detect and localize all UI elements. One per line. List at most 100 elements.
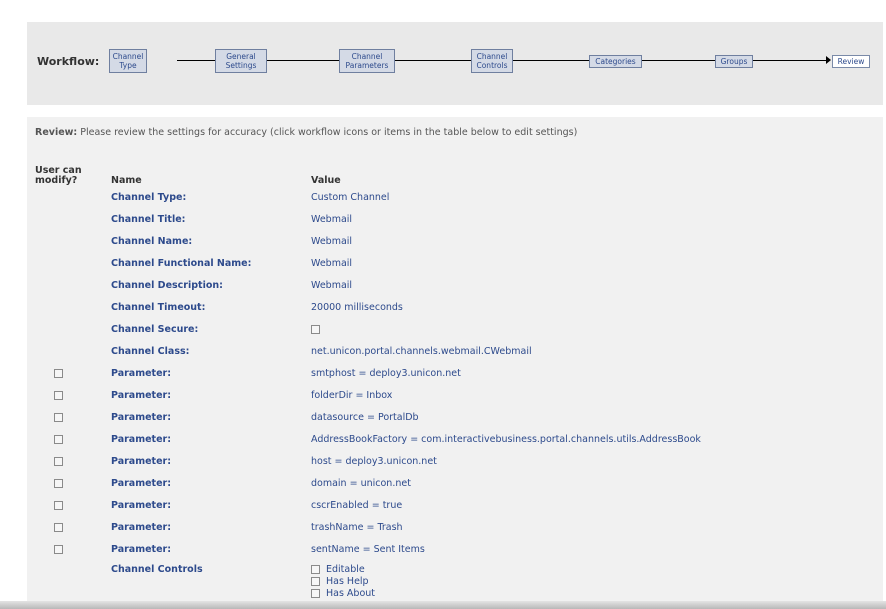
table-row[interactable]: Channel Description: Webmail — [27, 274, 883, 296]
setting-name[interactable]: Parameter: — [111, 428, 311, 450]
user-can-modify-checkbox[interactable] — [54, 478, 63, 488]
workflow-step-general-settings[interactable]: General Settings — [215, 49, 267, 73]
setting-name[interactable]: Channel Functional Name: — [111, 252, 311, 274]
table-row[interactable]: Parameter: smtphost = deploy3.unicon.net — [27, 362, 883, 384]
table-row[interactable]: Channel Type: Custom Channel — [27, 186, 883, 208]
setting-value[interactable]: Custom Channel — [311, 186, 883, 208]
user-can-modify-checkbox[interactable] — [54, 434, 63, 444]
setting-name[interactable]: Channel Description: — [111, 274, 311, 296]
workflow-step-channel-controls[interactable]: Channel Controls — [471, 49, 513, 73]
setting-name[interactable]: Channel Type: — [111, 186, 311, 208]
user-can-modify-checkbox[interactable] — [54, 544, 63, 554]
table-row[interactable]: Channel Functional Name: Webmail — [27, 252, 883, 274]
workflow-step-categories[interactable]: Categories — [589, 55, 642, 68]
user-can-modify-cell — [27, 318, 111, 340]
setting-name[interactable]: Parameter: — [111, 406, 311, 428]
table-row[interactable]: Channel Title: Webmail — [27, 208, 883, 230]
setting-value[interactable]: host = deploy3.unicon.net — [311, 450, 883, 472]
workflow-step-groups[interactable]: Groups — [715, 55, 753, 68]
setting-value[interactable]: trashName = Trash — [311, 516, 883, 538]
user-can-modify-checkbox[interactable] — [54, 500, 63, 510]
table-header-row: User can modify? Name Value — [27, 157, 883, 187]
setting-value[interactable]: Webmail — [311, 208, 883, 230]
control-label: Has About — [326, 588, 376, 599]
setting-name[interactable]: Parameter: — [111, 538, 311, 560]
table-row[interactable]: Parameter: folderDir = Inbox — [27, 384, 883, 406]
setting-name[interactable]: Parameter: — [111, 450, 311, 472]
table-row[interactable]: Parameter: AddressBookFactory = com.inter… — [27, 428, 883, 450]
control-option[interactable]: Has About — [311, 588, 883, 600]
setting-value[interactable]: domain = unicon.net — [311, 472, 883, 494]
control-option[interactable]: Editable — [311, 564, 883, 576]
table-row[interactable]: Channel Name: Webmail — [27, 230, 883, 252]
setting-name[interactable]: Channel Title: — [111, 208, 311, 230]
workflow-step-channel-parameters[interactable]: Channel Parameters — [339, 49, 395, 73]
workflow-connector — [753, 60, 826, 61]
setting-name[interactable]: Channel Secure: — [111, 318, 311, 340]
user-can-modify-cell — [27, 428, 111, 450]
workflow-label: Workflow: — [37, 55, 100, 68]
review-panel: Review: Please review the settings for a… — [27, 117, 883, 609]
table-row[interactable]: Parameter: cscrEnabled = true — [27, 494, 883, 516]
table-row[interactable]: Parameter: sentName = Sent Items — [27, 538, 883, 560]
user-can-modify-cell — [27, 406, 111, 428]
user-can-modify-checkbox[interactable] — [54, 522, 63, 532]
setting-value[interactable]: net.unicon.portal.channels.webmail.CWebm… — [311, 340, 883, 362]
control-checkbox[interactable] — [311, 589, 320, 598]
table-row[interactable]: Parameter: domain = unicon.net — [27, 472, 883, 494]
review-rows: Channel Type: Custom Channel Channel Title… — [27, 186, 883, 600]
setting-value[interactable]: datasource = PortalDb — [311, 406, 883, 428]
setting-value[interactable]: folderDir = Inbox — [311, 384, 883, 406]
user-can-modify-checkbox[interactable] — [54, 456, 63, 466]
setting-name[interactable]: Parameter: — [111, 472, 311, 494]
control-label: Editable — [326, 564, 365, 575]
user-can-modify-cell — [27, 230, 111, 252]
setting-name[interactable]: Parameter: — [111, 362, 311, 384]
user-can-modify-cell — [27, 516, 111, 538]
table-row[interactable]: Channel Timeout: 20000 milliseconds — [27, 296, 883, 318]
header-user-can-modify: User can modify? — [27, 157, 111, 186]
user-can-modify-cell — [27, 252, 111, 274]
workflow-step-review[interactable]: Review — [832, 55, 870, 68]
setting-name[interactable]: Channel Name: — [111, 230, 311, 252]
setting-value[interactable]: Webmail — [311, 230, 883, 252]
setting-name[interactable]: Parameter: — [111, 384, 311, 406]
user-can-modify-cell — [27, 296, 111, 318]
review-note-label: Review: — [35, 127, 78, 138]
table-row[interactable]: Parameter: datasource = PortalDb — [27, 406, 883, 428]
table-row[interactable]: Channel Secure: — [27, 318, 883, 340]
table-row-channel-controls[interactable]: Channel Controls Editable Has Help Has Abou… — [27, 560, 883, 600]
setting-name[interactable]: Parameter: — [111, 494, 311, 516]
setting-name[interactable]: Parameter: — [111, 516, 311, 538]
user-can-modify-cell — [27, 362, 111, 384]
user-can-modify-checkbox[interactable] — [54, 412, 63, 422]
setting-name[interactable]: Channel Controls — [111, 560, 311, 600]
setting-value[interactable]: cscrEnabled = true — [311, 494, 883, 516]
setting-value[interactable]: Webmail — [311, 274, 883, 296]
setting-value[interactable] — [311, 318, 883, 340]
setting-value[interactable]: Webmail — [311, 252, 883, 274]
setting-name[interactable]: Channel Timeout: — [111, 296, 311, 318]
user-can-modify-checkbox[interactable] — [54, 368, 63, 378]
workflow-step-channel-type[interactable]: Channel Type — [109, 49, 147, 73]
workflow-step-label: Channel Parameters — [345, 52, 389, 70]
setting-name[interactable]: Channel Class: — [111, 340, 311, 362]
table-row[interactable]: Parameter: host = deploy3.unicon.net — [27, 450, 883, 472]
control-checkbox[interactable] — [311, 565, 320, 574]
channel-secure-checkbox[interactable] — [311, 324, 320, 334]
setting-value[interactable]: AddressBookFactory = com.interactivebusi… — [311, 428, 883, 450]
header-name: Name — [111, 175, 142, 186]
setting-value[interactable]: sentName = Sent Items — [311, 538, 883, 560]
control-option[interactable]: Has Help — [311, 576, 883, 588]
setting-value[interactable]: 20000 milliseconds — [311, 296, 883, 318]
table-row[interactable]: Channel Class: net.unicon.portal.channels… — [27, 340, 883, 362]
control-checkbox[interactable] — [311, 577, 320, 586]
table-row[interactable]: Parameter: trashName = Trash — [27, 516, 883, 538]
user-can-modify-checkbox[interactable] — [54, 390, 63, 400]
user-can-modify-cell — [27, 538, 111, 560]
workflow-connector — [395, 60, 471, 61]
setting-value[interactable]: smtphost = deploy3.unicon.net — [311, 362, 883, 384]
workflow-step-label: Groups — [720, 57, 748, 66]
workflow-connector — [177, 60, 215, 61]
workflow-connector — [642, 60, 715, 61]
